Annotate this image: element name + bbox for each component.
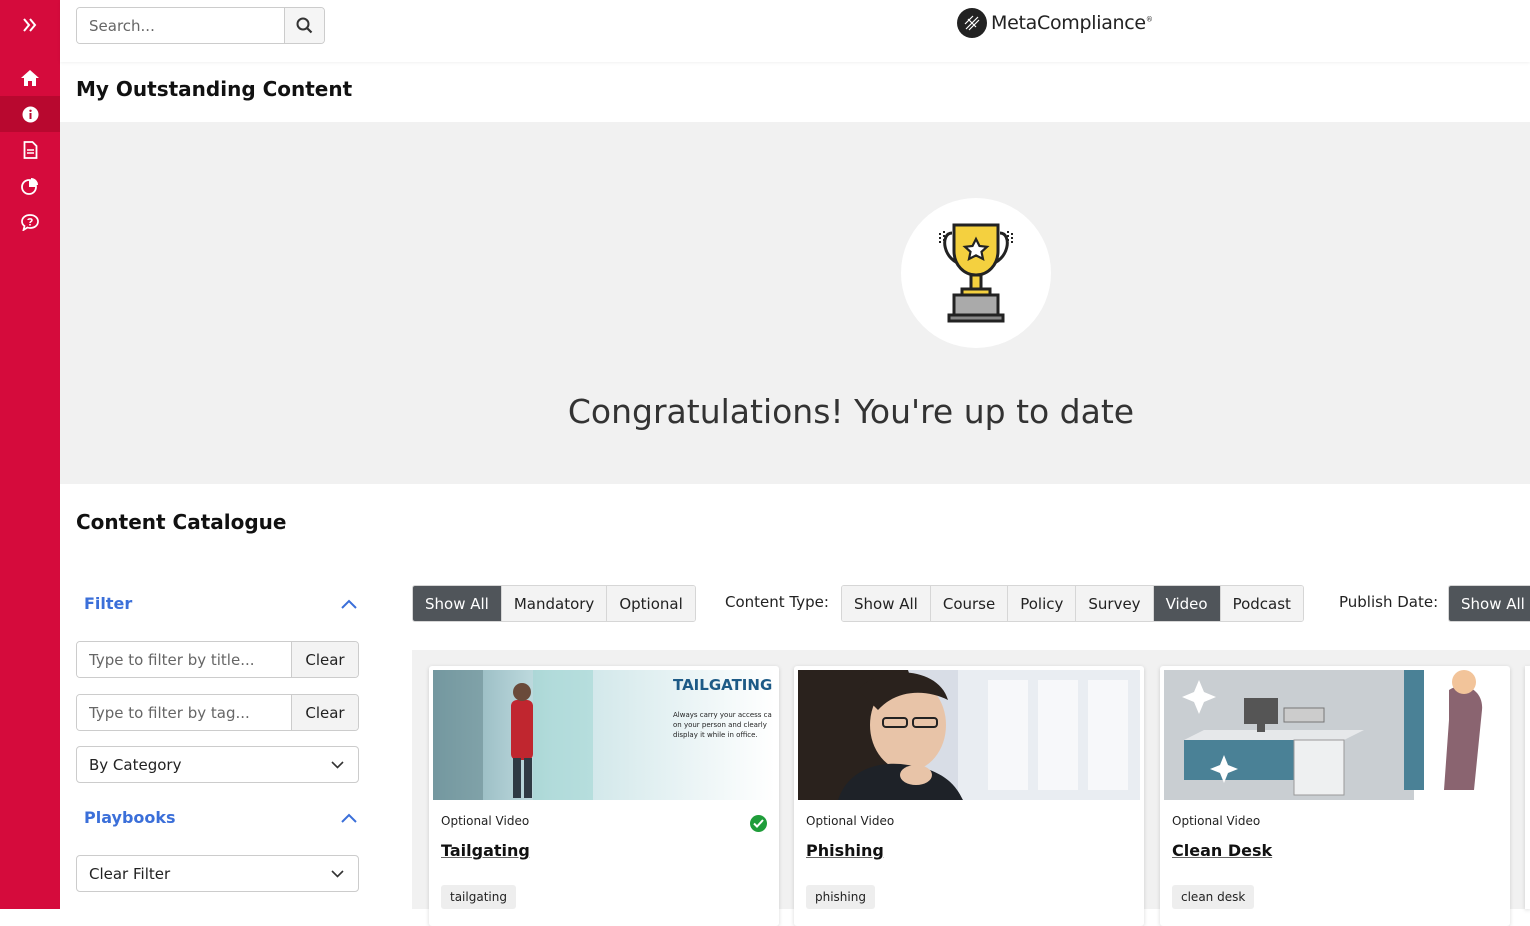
trophy-icon — [939, 223, 1013, 323]
content-type-video-button[interactable]: Video — [1153, 586, 1221, 621]
content-catalogue-heading: Content Catalogue — [76, 510, 287, 534]
trophy-badge — [901, 198, 1051, 348]
card-title-link[interactable]: Clean Desk — [1172, 841, 1272, 860]
card-type-label: Optional Video — [806, 814, 895, 828]
requirement-optional-button[interactable]: Optional — [607, 586, 695, 621]
top-bar: MetaCompliance® — [60, 0, 1530, 62]
home-icon — [21, 70, 39, 86]
outstanding-content-heading: My Outstanding Content — [76, 77, 353, 101]
requirement-filter-group: Show All Mandatory Optional — [412, 585, 696, 622]
title-filter-group: Clear — [76, 641, 359, 678]
sidebar-item-support[interactable] — [0, 204, 60, 240]
sidebar-item-home[interactable] — [0, 60, 60, 96]
logo-mark-icon — [957, 8, 987, 38]
sidebar-item-documents[interactable] — [0, 132, 60, 168]
info-icon — [22, 106, 38, 122]
thumbnail-heading: TAILGATING — [673, 676, 773, 694]
search-icon — [296, 17, 313, 34]
publish-date-filter-group: Show All — [1448, 585, 1530, 622]
chevron-down-icon — [331, 869, 344, 878]
content-type-podcast-button[interactable]: Podcast — [1220, 586, 1303, 621]
document-icon — [23, 141, 37, 159]
tag-filter-group: Clear — [76, 694, 359, 731]
search-box — [76, 7, 325, 44]
title-filter-input[interactable] — [77, 642, 291, 677]
playbooks-select[interactable]: Clear Filter — [76, 855, 359, 892]
publish-date-label: Publish Date: — [1339, 593, 1439, 611]
publish-date-show-all-button[interactable]: Show All — [1449, 586, 1530, 621]
card-thumbnail-clean-desk — [1164, 670, 1506, 800]
category-select-value: By Category — [89, 755, 182, 774]
card-title-link[interactable]: Tailgating — [441, 841, 530, 860]
requirement-mandatory-button[interactable]: Mandatory — [501, 586, 608, 621]
chevron-up-icon — [341, 813, 357, 823]
content-card-partial — [1525, 666, 1530, 909]
chevron-down-icon — [331, 760, 344, 769]
sidebar-item-reports[interactable] — [0, 168, 60, 204]
content-card[interactable]: TAILGATING Always carry your access ca o… — [429, 666, 779, 926]
thumbnail-caption: Always carry your access ca on your pers… — [673, 711, 772, 739]
double-chevron-right-icon — [23, 18, 37, 32]
logo-text: MetaCompliance® — [991, 12, 1153, 34]
content-type-survey-button[interactable]: Survey — [1076, 586, 1154, 621]
card-title-link[interactable]: Phishing — [806, 841, 884, 860]
content-card[interactable]: Optional Video Clean Desk clean desk — [1160, 666, 1510, 926]
clear-tag-filter-button[interactable]: Clear — [291, 695, 358, 730]
content-card[interactable]: Optional Video Phishing phishing — [794, 666, 1144, 926]
up-to-date-message: Congratulations! You're up to date — [567, 392, 1135, 431]
card-thumbnail-tailgating: TAILGATING Always carry your access ca o… — [433, 670, 775, 800]
sidebar-item-info[interactable] — [0, 96, 60, 132]
playbooks-section-toggle[interactable]: Playbooks — [84, 808, 358, 827]
chat-question-icon — [21, 213, 39, 231]
requirement-show-all-button[interactable]: Show All — [413, 586, 502, 621]
tag-filter-input[interactable] — [77, 695, 291, 730]
search-input[interactable] — [77, 8, 284, 43]
sidebar — [0, 0, 60, 909]
search-button[interactable] — [284, 8, 324, 43]
card-tag[interactable]: tailgating — [441, 885, 516, 909]
content-type-label: Content Type: — [725, 593, 829, 611]
filter-section-label: Filter — [84, 594, 133, 613]
playbooks-section-label: Playbooks — [84, 808, 176, 827]
filter-section-toggle[interactable]: Filter — [84, 594, 358, 613]
card-thumbnail-phishing — [798, 670, 1140, 800]
content-type-show-all-button[interactable]: Show All — [842, 586, 931, 621]
up-to-date-panel: Congratulations! You're up to date — [60, 122, 1530, 484]
chevron-up-icon — [341, 599, 357, 609]
completed-check-icon — [750, 815, 767, 832]
expand-sidebar-button[interactable] — [0, 7, 60, 43]
category-select[interactable]: By Category — [76, 746, 359, 783]
content-type-filter-group: Show All Course Policy Survey Video Podc… — [841, 585, 1304, 622]
content-type-course-button[interactable]: Course — [930, 586, 1009, 621]
clear-title-filter-button[interactable]: Clear — [291, 642, 358, 677]
playbooks-select-value: Clear Filter — [89, 864, 171, 883]
brand-logo: MetaCompliance® — [957, 8, 1153, 38]
card-tag[interactable]: clean desk — [1172, 885, 1255, 909]
content-type-policy-button[interactable]: Policy — [1008, 586, 1077, 621]
card-tag[interactable]: phishing — [806, 885, 875, 909]
pie-chart-icon — [21, 178, 38, 195]
card-type-label: Optional Video — [441, 814, 530, 828]
card-type-label: Optional Video — [1172, 814, 1261, 828]
